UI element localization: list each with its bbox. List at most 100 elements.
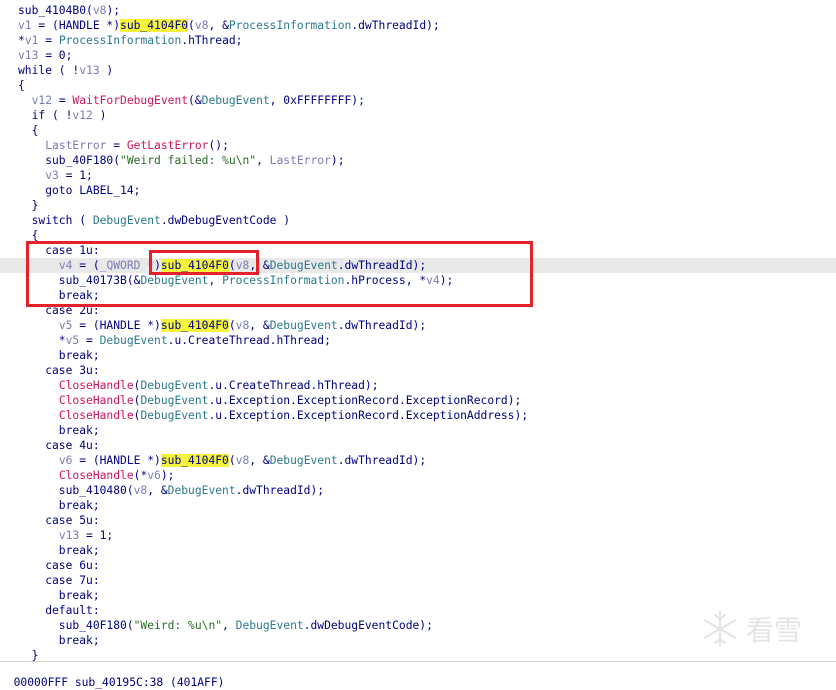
code-line[interactable]: break; <box>0 543 836 558</box>
code-token[interactable]: v12 <box>32 94 52 107</box>
code-token[interactable]: = <box>38 34 58 47</box>
highlighted-identifier[interactable]: sub_4104F0 <box>160 454 229 467</box>
code-token[interactable]: sub_40F180( <box>18 619 134 632</box>
code-line[interactable]: *v1 = ProcessInformation.hThread; <box>0 33 836 48</box>
code-line[interactable]: while ( !v13 ) <box>0 63 836 78</box>
code-line[interactable]: v5 = (HANDLE *)sub_4104F0(v8, &DebugEven… <box>0 318 836 333</box>
code-token[interactable]: = (HANDLE *) <box>32 19 120 32</box>
highlighted-identifier[interactable]: sub_4104F0 <box>120 19 189 32</box>
code-line[interactable]: case 3u: <box>0 363 836 378</box>
code-line[interactable]: case 5u: <box>0 513 836 528</box>
code-token[interactable]: v8 <box>236 454 250 467</box>
code-token[interactable]: , <box>222 619 236 632</box>
code-line[interactable]: CloseHandle(DebugEvent.u.Exception.Excep… <box>0 393 836 408</box>
code-token[interactable]: ( <box>188 19 195 32</box>
code-line[interactable]: { <box>0 78 836 93</box>
code-line[interactable]: CloseHandle(*v6); <box>0 468 836 483</box>
code-token[interactable]: switch ( <box>18 214 93 227</box>
code-token[interactable]: v13 <box>18 49 38 62</box>
code-token[interactable]: while ( ! <box>18 64 79 77</box>
code-line[interactable]: switch ( DebugEvent.dwDebugEventCode ) <box>0 213 836 228</box>
code-token[interactable]: if ( ! <box>18 109 73 122</box>
code-token[interactable]: v6 <box>59 454 73 467</box>
code-token[interactable]: case 5u: <box>18 514 99 527</box>
code-token[interactable]: break; <box>18 634 100 647</box>
code-token[interactable]: , 0xFFFFFFFF); <box>270 94 365 107</box>
code-token[interactable]: .u.CreateThread.hThread); <box>208 379 378 392</box>
code-token[interactable]: CloseHandle <box>59 394 134 407</box>
code-line[interactable]: v13 = 0; <box>0 48 836 63</box>
code-line[interactable]: break; <box>0 348 836 363</box>
code-token[interactable]: DebugEvent <box>202 94 270 107</box>
code-token[interactable]: { <box>18 124 39 137</box>
code-token[interactable]: } <box>18 199 39 212</box>
code-token[interactable]: .dwDebugEventCode ) <box>161 214 290 227</box>
code-token[interactable]: ); <box>161 469 175 482</box>
code-line[interactable]: v13 = 1; <box>0 528 836 543</box>
code-token[interactable]: v5 <box>66 334 80 347</box>
code-token[interactable]: DebugEvent <box>236 619 304 632</box>
code-token[interactable]: .u.Exception.ExceptionRecord.ExceptionAd… <box>208 409 528 422</box>
code-token[interactable]: ( <box>229 454 236 467</box>
code-token[interactable]: v3 <box>45 169 59 182</box>
code-line[interactable]: *v5 = DebugEvent.u.CreateThread.hThread; <box>0 333 836 348</box>
code-token[interactable]: LastError <box>270 154 331 167</box>
code-token[interactable]: v6 <box>147 469 161 482</box>
code-token[interactable]: CloseHandle <box>59 379 134 392</box>
code-token[interactable]: .dwThreadId); <box>236 484 324 497</box>
code-line[interactable]: sub_410480(v8, &DebugEvent.dwThreadId); <box>0 483 836 498</box>
code-token[interactable]: CloseHandle <box>59 409 134 422</box>
code-line[interactable]: case 7u: <box>0 573 836 588</box>
code-line[interactable]: CloseHandle(DebugEvent.u.Exception.Excep… <box>0 408 836 423</box>
code-line[interactable]: v3 = 1; <box>0 168 836 183</box>
code-token[interactable]: = (HANDLE *) <box>72 454 161 467</box>
code-token[interactable]: v13 <box>79 64 99 77</box>
code-token[interactable]: ProcessInformation <box>229 19 351 32</box>
code-token[interactable]: = <box>52 94 72 107</box>
code-token[interactable]: .dwDebugEventCode); <box>304 619 433 632</box>
code-token[interactable]: v5 <box>59 319 73 332</box>
code-token[interactable]: { <box>18 79 25 92</box>
code-token[interactable]: break; <box>18 499 100 512</box>
code-token[interactable]: case 3u: <box>18 364 99 377</box>
code-token[interactable]: v8 <box>93 4 107 17</box>
code-token[interactable]: CloseHandle <box>59 469 134 482</box>
code-token[interactable]: = <box>79 334 99 347</box>
code-token[interactable]: = 1; <box>59 169 93 182</box>
code-token[interactable]: "Weird: %u\n" <box>134 619 222 632</box>
code-token[interactable]: v12 <box>72 109 92 122</box>
code-line[interactable]: if ( !v12 ) <box>0 108 836 123</box>
code-token[interactable]: DebugEvent <box>168 484 236 497</box>
highlighted-identifier[interactable]: sub_4104F0 <box>160 319 229 332</box>
code-line[interactable]: break; <box>0 588 836 603</box>
code-token[interactable]: , & <box>147 484 167 497</box>
code-token[interactable] <box>18 409 59 422</box>
code-token[interactable] <box>18 394 59 407</box>
code-line[interactable]: CloseHandle(DebugEvent.u.CreateThread.hT… <box>0 378 836 393</box>
code-token[interactable]: break; <box>18 424 100 437</box>
code-token[interactable]: = 0; <box>38 49 72 62</box>
code-token[interactable]: * <box>18 334 66 347</box>
code-token[interactable]: DebugEvent <box>140 409 208 422</box>
code-token[interactable] <box>18 529 59 542</box>
code-token[interactable]: .u.CreateThread.hThread; <box>168 334 331 347</box>
code-line[interactable]: break; <box>0 423 836 438</box>
code-token[interactable]: ProcessInformation <box>59 34 181 47</box>
code-token[interactable] <box>18 169 45 182</box>
code-token[interactable]: WaitForDebugEvent <box>72 94 188 107</box>
code-token[interactable]: case 6u: <box>18 559 99 572</box>
code-line[interactable]: v1 = (HANDLE *)sub_4104F0(v8, &ProcessIn… <box>0 18 836 33</box>
code-token[interactable]: ) <box>93 109 107 122</box>
code-token[interactable]: ) <box>100 64 113 77</box>
code-token[interactable]: sub_410480( <box>18 484 134 497</box>
code-token[interactable]: * <box>18 34 25 47</box>
code-line[interactable]: sub_40F180("Weird failed: %u\n", LastErr… <box>0 153 836 168</box>
code-token[interactable]: GetLastError <box>127 139 209 152</box>
code-token[interactable]: v8 <box>236 319 250 332</box>
code-token[interactable]: default: <box>18 604 99 617</box>
code-token[interactable]: .dwThreadId); <box>338 454 426 467</box>
code-line[interactable]: case 4u: <box>0 438 836 453</box>
code-token[interactable]: , & <box>249 319 269 332</box>
code-token[interactable]: case 4u: <box>18 439 99 452</box>
code-token[interactable]: sub_4104B0( <box>18 4 93 17</box>
